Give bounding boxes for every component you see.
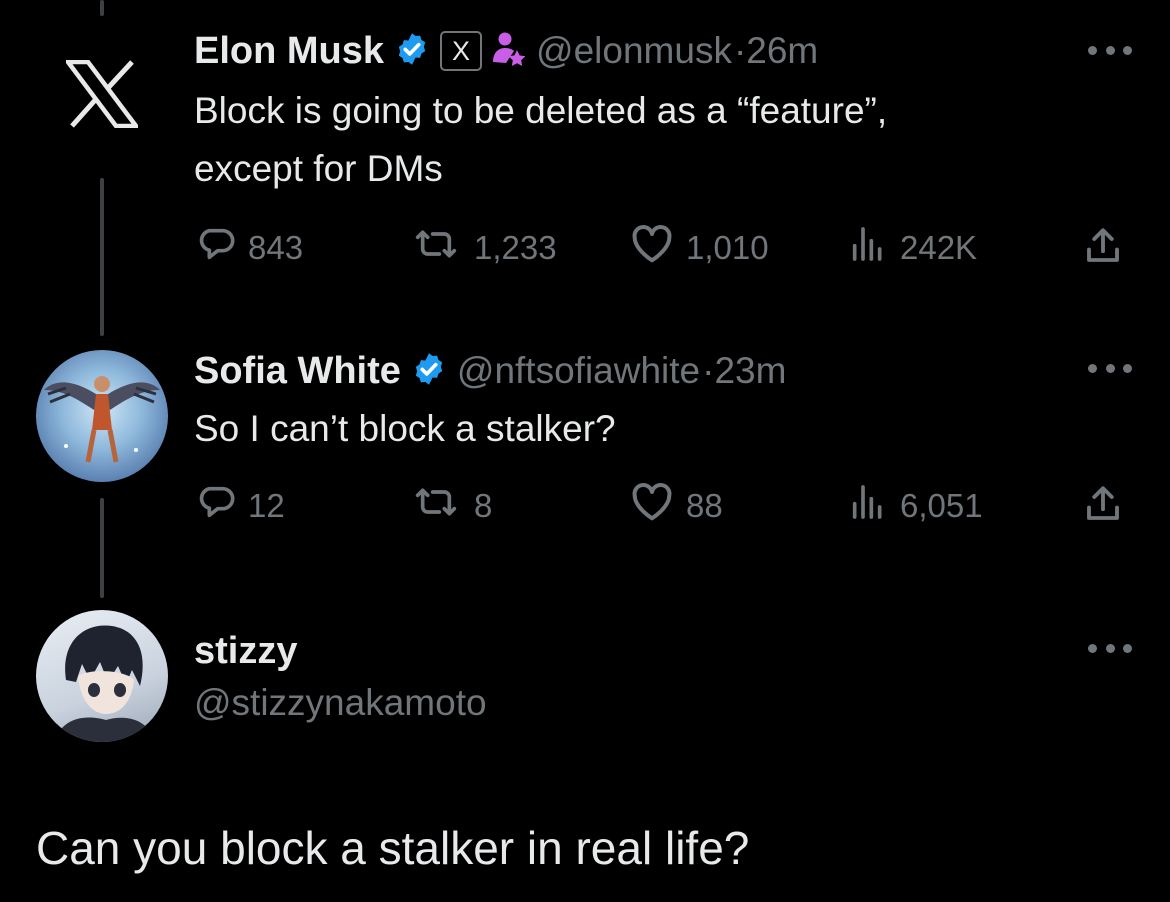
tweet-text-line-1: Block is going to be deleted as a “featu… <box>194 90 888 131</box>
timestamp[interactable]: ·26m <box>734 30 818 72</box>
repost-icon <box>410 224 462 272</box>
share-icon <box>1082 482 1124 534</box>
tweet-stizzy[interactable]: stizzy @stizzynakamoto Can you block a s… <box>0 600 1170 902</box>
tweet-text: Can you block a stalker in real life? <box>36 822 750 874</box>
display-name[interactable]: Sofia White <box>194 350 401 393</box>
tweet-header: Elon Musk X @elonmusk ·26m <box>194 26 818 76</box>
x-affiliate-badge: X <box>440 31 483 71</box>
reply-bubble-icon <box>196 224 236 272</box>
views-count: 6,051 <box>900 487 983 524</box>
more-dots-icon[interactable] <box>1088 46 1132 58</box>
display-name[interactable]: Elon Musk <box>194 30 384 73</box>
tweet-sofia[interactable]: Sofia White @nftsofiawhite ·23m So I can… <box>0 330 1170 550</box>
tweet-header: Sofia White @nftsofiawhite ·23m <box>194 346 786 396</box>
verified-badge-icon <box>411 351 447 392</box>
verified-badge-icon <box>394 31 430 72</box>
repost-count: 1,233 <box>474 229 557 266</box>
handle[interactable]: @elonmusk <box>536 30 732 72</box>
more-dots-icon[interactable] <box>1088 364 1132 376</box>
views-count: 242K <box>900 229 978 266</box>
tweet-header: stizzy @stizzynakamoto <box>194 626 487 730</box>
reply-count: 12 <box>248 487 285 524</box>
views-bars-icon <box>848 482 888 530</box>
tweet-elon[interactable]: Elon Musk X @elonmusk ·26m Block is goin… <box>0 0 1170 300</box>
repost-button[interactable]: 8 <box>410 482 492 530</box>
repost-icon <box>410 482 462 530</box>
share-button[interactable] <box>1082 224 1124 276</box>
tweet-text: So I can’t block a stalker? <box>194 408 616 449</box>
repost-count: 8 <box>474 487 493 524</box>
heart-icon <box>630 224 674 272</box>
repost-button[interactable]: 1,233 <box>410 224 557 272</box>
avatar-sofia[interactable] <box>36 350 168 482</box>
reply-button[interactable]: 12 <box>196 482 285 530</box>
like-button[interactable]: 88 <box>630 482 723 530</box>
handle[interactable]: @stizzynakamoto <box>194 676 487 730</box>
reply-bubble-icon <box>196 482 236 530</box>
views-button[interactable]: 242K <box>848 224 977 272</box>
views-bars-icon <box>848 224 888 272</box>
heart-icon <box>630 482 674 530</box>
reply-count: 843 <box>248 229 304 266</box>
affiliate-person-star-icon <box>492 30 526 73</box>
share-button[interactable] <box>1082 482 1124 534</box>
share-icon <box>1082 224 1124 276</box>
handle[interactable]: @nftsofiawhite <box>457 350 700 392</box>
like-count: 88 <box>686 487 723 524</box>
timestamp[interactable]: ·23m <box>702 350 786 392</box>
tweet-text-line-2: except for DMs <box>194 148 443 189</box>
views-button[interactable]: 6,051 <box>848 482 983 530</box>
like-button[interactable]: 1,010 <box>630 224 769 272</box>
x-logo-icon[interactable] <box>63 59 141 129</box>
reply-button[interactable]: 843 <box>196 224 303 272</box>
tweet-text: Block is going to be deleted as a “featu… <box>194 82 1094 198</box>
avatar-stizzy[interactable] <box>36 610 168 742</box>
like-count: 1,010 <box>686 229 769 266</box>
display-name[interactable]: stizzy <box>194 626 487 676</box>
more-dots-icon[interactable] <box>1088 644 1132 656</box>
